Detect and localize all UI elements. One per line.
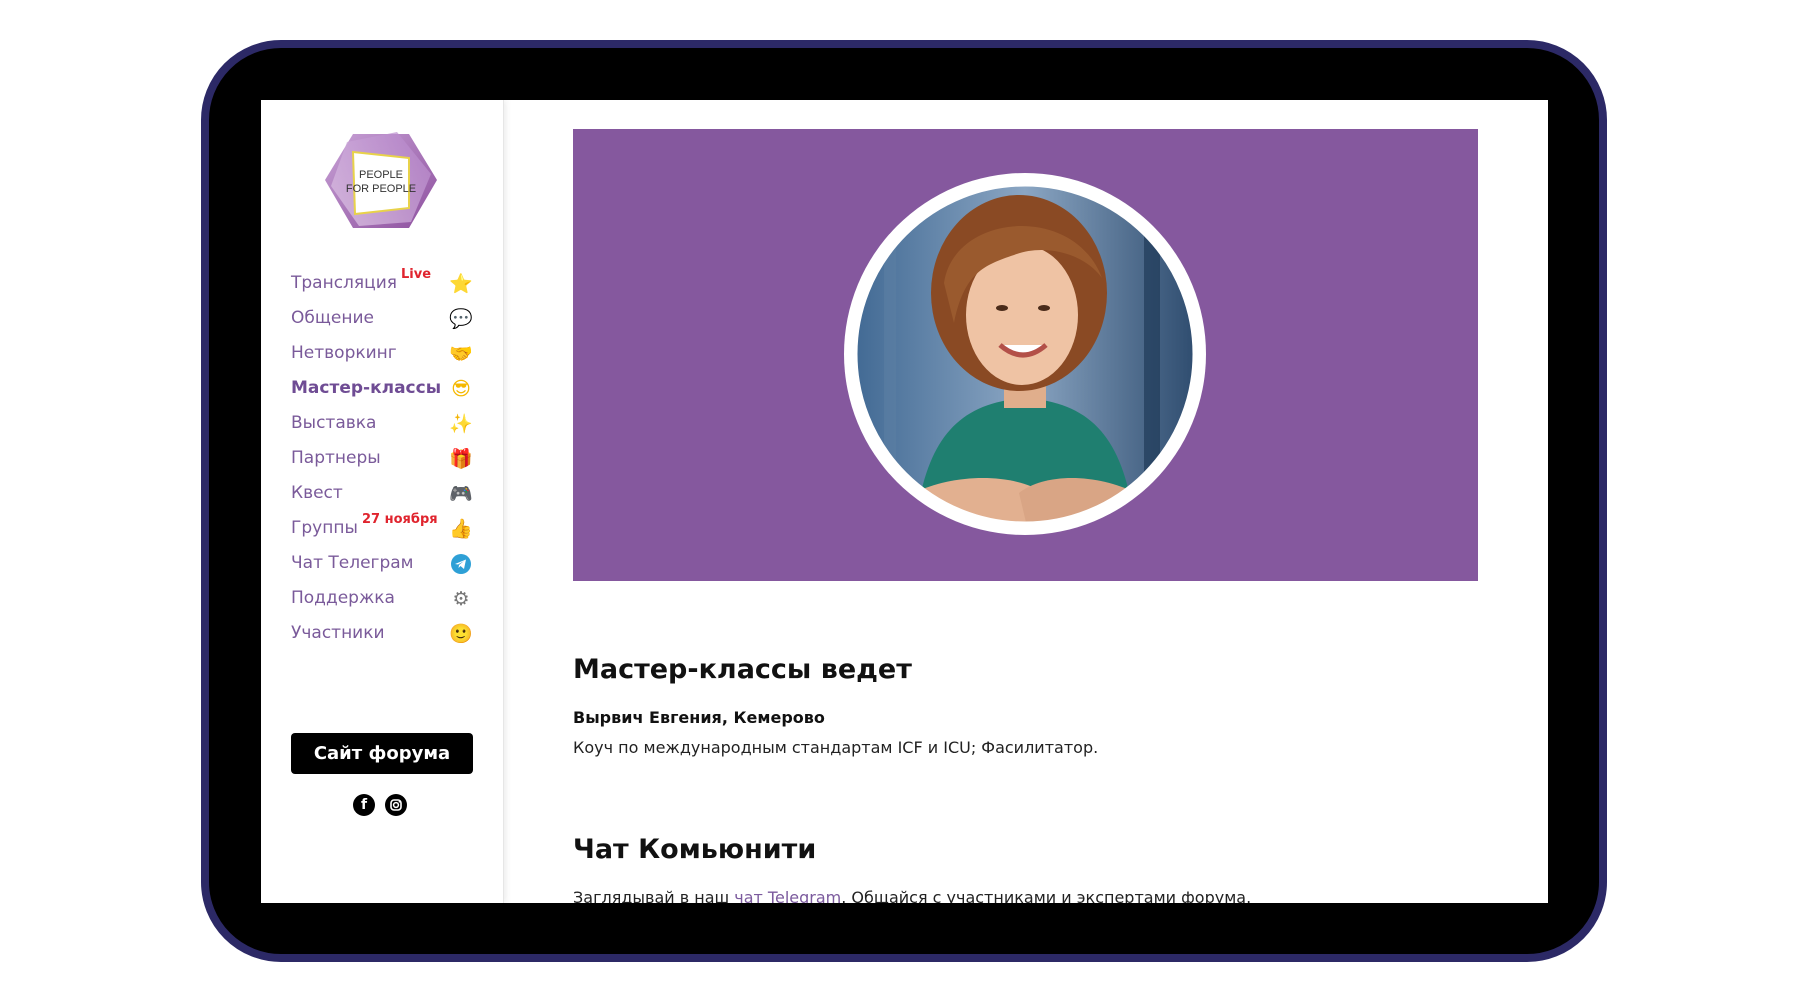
instagram-icon[interactable] bbox=[385, 794, 407, 816]
sidebar: PEOPLE FOR PEOPLE Трансляция Live ⭐ Общение… bbox=[261, 100, 504, 903]
sparkles-icon: ✨ bbox=[449, 413, 473, 435]
sidebar-item-1[interactable]: Общение 💬 bbox=[291, 300, 473, 335]
sidebar-item-5[interactable]: Партнеры 🎁 bbox=[291, 440, 473, 475]
community-text: Заглядывай в наш чат Telegram. Общайся с… bbox=[573, 888, 1251, 903]
sidebar-item-7[interactable]: Группы 27 ноября 👍 bbox=[291, 510, 473, 545]
telegram-chat-link[interactable]: чат Telegram bbox=[734, 888, 841, 903]
main-content: Мастер-классы ведет Вырвич Евгения, Кеме… bbox=[503, 100, 1548, 903]
forum-site-button[interactable]: Сайт форума bbox=[291, 733, 473, 774]
gift-icon: 🎁 bbox=[449, 448, 473, 470]
host-banner bbox=[573, 129, 1478, 581]
host-description: Коуч по международным стандартам ICF и I… bbox=[573, 738, 1099, 757]
sunglasses-face-icon: 😎 bbox=[451, 378, 471, 400]
sidebar-item-label: Выставка bbox=[291, 413, 377, 433]
sidebar-item-label: Мастер-классы bbox=[291, 378, 442, 398]
sidebar-item-badge: Live bbox=[401, 267, 432, 282]
telegram-icon bbox=[449, 552, 473, 576]
sidebar-item-label: Нетворкинг bbox=[291, 343, 397, 363]
sidebar-item-8[interactable]: Чат Телеграм bbox=[291, 545, 473, 580]
smiley-icon: 🙂 bbox=[449, 623, 473, 645]
svg-text:PEOPLE: PEOPLE bbox=[359, 169, 403, 181]
sidebar-nav: Трансляция Live ⭐ Общение 💬 Нетворкинг 🤝 Мастер… bbox=[291, 265, 473, 650]
sidebar-item-label: Группы bbox=[291, 518, 358, 538]
community-section-title: Чат Комьюнити bbox=[573, 834, 817, 865]
sidebar-item-badge: 27 ноября bbox=[362, 512, 438, 527]
svg-text:FOR PEOPLE: FOR PEOPLE bbox=[346, 183, 416, 195]
sidebar-item-4[interactable]: Выставка ✨ bbox=[291, 405, 473, 440]
sidebar-item-label: Поддержка bbox=[291, 588, 395, 608]
sidebar-item-3[interactable]: Мастер-классы 😎 bbox=[291, 370, 473, 405]
sidebar-item-6[interactable]: Квест 🎮 bbox=[291, 475, 473, 510]
sidebar-item-0[interactable]: Трансляция Live ⭐ bbox=[291, 265, 473, 300]
sidebar-item-label: Чат Телеграм bbox=[291, 553, 414, 573]
star-icon: ⭐ bbox=[449, 273, 473, 295]
host-section-title: Мастер-классы ведет bbox=[573, 654, 912, 685]
handshake-icon: 🤝 bbox=[449, 343, 473, 365]
sidebar-item-9[interactable]: Поддержка ⚙ bbox=[291, 580, 473, 615]
sidebar-item-label: Квест bbox=[291, 483, 343, 503]
screen: PEOPLE FOR PEOPLE Трансляция Live ⭐ Общение… bbox=[261, 100, 1548, 903]
sidebar-item-2[interactable]: Нетворкинг 🤝 bbox=[291, 335, 473, 370]
social-links: f bbox=[353, 794, 417, 818]
sidebar-item-10[interactable]: Участники 🙂 bbox=[291, 615, 473, 650]
thumbs-up-icon: 👍 bbox=[449, 518, 473, 540]
host-portrait bbox=[844, 173, 1206, 535]
host-name: Вырвич Евгения, Кемерово bbox=[573, 708, 825, 727]
facebook-icon[interactable]: f bbox=[353, 794, 375, 816]
sidebar-item-label: Трансляция bbox=[291, 273, 397, 293]
speech-bubble-icon: 💬 bbox=[449, 308, 473, 330]
community-text-before: Заглядывай в наш bbox=[573, 888, 735, 903]
sidebar-item-label: Участники bbox=[291, 623, 385, 643]
sidebar-item-label: Партнеры bbox=[291, 448, 381, 468]
community-text-after: . Общайся с участниками и экспертами фор… bbox=[841, 888, 1252, 903]
people-for-people-logo[interactable]: PEOPLE FOR PEOPLE bbox=[323, 130, 439, 232]
gear-icon: ⚙ bbox=[452, 588, 470, 610]
sidebar-item-label: Общение bbox=[291, 308, 374, 328]
gamepad-icon: 🎮 bbox=[449, 483, 473, 505]
